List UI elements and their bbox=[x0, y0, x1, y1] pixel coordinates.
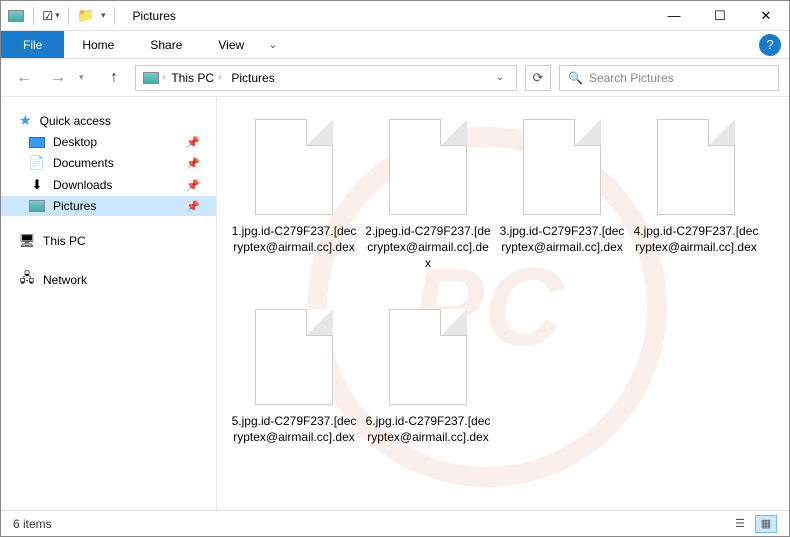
file-item[interactable]: 4.jpg.id-C279F237.[decryptex@airmail.cc]… bbox=[629, 113, 763, 303]
pictures-icon bbox=[29, 200, 45, 212]
file-icon bbox=[255, 119, 333, 215]
address-row: ← → ▾ ↑ › This PC› Pictures ⌄ ⟳ 🔍 Search… bbox=[1, 59, 789, 97]
titlebar[interactable]: ☑▾ 📁 ▾ Pictures — ☐ ✕ bbox=[1, 1, 789, 31]
sidebar-quick-access[interactable]: ★ Quick access bbox=[1, 109, 216, 132]
expand-ribbon-button[interactable]: ⌄ bbox=[262, 38, 283, 51]
file-icon bbox=[389, 309, 467, 405]
details-view-button[interactable]: ☰ bbox=[729, 515, 751, 533]
help-button[interactable]: ? bbox=[759, 34, 781, 56]
sidebar-item-pictures[interactable]: Pictures 📌 bbox=[1, 196, 216, 216]
navigation-pane[interactable]: ★ Quick access Desktop 📌 📄 Documents 📌 ⬇… bbox=[1, 97, 217, 510]
up-button[interactable]: ↑ bbox=[101, 65, 127, 91]
minimize-button[interactable]: — bbox=[651, 1, 697, 31]
file-item[interactable]: 3.jpg.id-C279F237.[decryptex@airmail.cc]… bbox=[495, 113, 629, 303]
sidebar-item-documents[interactable]: 📄 Documents 📌 bbox=[1, 152, 216, 174]
status-bar: 6 items ☰ ▦ bbox=[1, 510, 789, 536]
file-name: 4.jpg.id-C279F237.[decryptex@airmail.cc]… bbox=[633, 223, 759, 255]
search-input[interactable]: 🔍 Search Pictures bbox=[559, 65, 779, 91]
ribbon: File Home Share View ⌄ ? bbox=[1, 31, 789, 59]
file-icon bbox=[657, 119, 735, 215]
explorer-window: ☑▾ 📁 ▾ Pictures — ☐ ✕ File Home Share Vi… bbox=[0, 0, 790, 537]
sidebar-item-label: This PC bbox=[43, 234, 86, 248]
pin-icon: 📌 bbox=[186, 200, 200, 213]
file-item[interactable]: 5.jpg.id-C279F237.[decryptex@airmail.cc]… bbox=[227, 303, 361, 493]
sidebar-item-label: Network bbox=[43, 273, 87, 287]
network-icon: 🖧 bbox=[19, 269, 35, 291]
back-button[interactable]: ← bbox=[11, 65, 37, 91]
maximize-button[interactable]: ☐ bbox=[697, 1, 743, 31]
breadcrumb-label: Pictures bbox=[231, 71, 274, 85]
tab-view[interactable]: View bbox=[200, 31, 262, 58]
sidebar-item-downloads[interactable]: ⬇ Downloads 📌 bbox=[1, 174, 216, 196]
address-bar[interactable]: › This PC› Pictures ⌄ bbox=[135, 65, 517, 91]
close-button[interactable]: ✕ bbox=[743, 1, 789, 31]
star-icon: ★ bbox=[19, 112, 32, 129]
pin-icon: 📌 bbox=[186, 157, 200, 170]
location-icon bbox=[142, 69, 160, 87]
file-item[interactable]: 1.jpg.id-C279F237.[decryptex@airmail.cc]… bbox=[227, 113, 361, 303]
address-dropdown[interactable]: ⌄ bbox=[490, 72, 510, 83]
file-name: 5.jpg.id-C279F237.[decryptex@airmail.cc]… bbox=[231, 413, 357, 445]
this-pc-icon: 🖥 bbox=[19, 233, 35, 249]
chevron-right-icon[interactable]: › bbox=[162, 72, 165, 83]
refresh-button[interactable]: ⟳ bbox=[525, 65, 551, 91]
file-tab[interactable]: File bbox=[1, 31, 64, 58]
quick-access-toolbar: ☑▾ 📁 ▾ bbox=[1, 7, 125, 25]
window-title: Pictures bbox=[133, 9, 176, 23]
file-icon bbox=[523, 119, 601, 215]
qat-dropdown[interactable]: ▾ bbox=[101, 10, 106, 21]
history-dropdown[interactable]: ▾ bbox=[79, 72, 93, 83]
content-area: ★ Quick access Desktop 📌 📄 Documents 📌 ⬇… bbox=[1, 97, 789, 510]
large-icons-view-button[interactable]: ▦ bbox=[755, 515, 777, 533]
file-name: 6.jpg.id-C279F237.[decryptex@airmail.cc]… bbox=[365, 413, 491, 445]
file-name: 2.jpeg.id-C279F237.[decryptex@airmail.cc… bbox=[365, 223, 491, 272]
item-count: 6 items bbox=[13, 517, 52, 531]
file-icon bbox=[255, 309, 333, 405]
downloads-icon: ⬇ bbox=[29, 177, 45, 193]
file-list[interactable]: PC 1.jpg.id-C279F237.[decryptex@airmail.… bbox=[217, 97, 789, 510]
sidebar-item-label: Pictures bbox=[53, 199, 96, 213]
file-name: 3.jpg.id-C279F237.[decryptex@airmail.cc]… bbox=[499, 223, 625, 255]
file-item[interactable]: 2.jpeg.id-C279F237.[decryptex@airmail.cc… bbox=[361, 113, 495, 303]
file-icon bbox=[389, 119, 467, 215]
breadcrumb-label: This PC bbox=[171, 71, 214, 85]
sidebar-item-label: Documents bbox=[53, 156, 114, 170]
pin-icon: 📌 bbox=[186, 179, 200, 192]
sidebar-item-label: Quick access bbox=[40, 114, 111, 128]
tab-home[interactable]: Home bbox=[64, 31, 132, 58]
forward-button[interactable]: → bbox=[45, 65, 71, 91]
pin-icon: 📌 bbox=[186, 136, 200, 149]
file-name: 1.jpg.id-C279F237.[decryptex@airmail.cc]… bbox=[231, 223, 357, 255]
documents-icon: 📄 bbox=[29, 155, 45, 171]
sidebar-item-desktop[interactable]: Desktop 📌 bbox=[1, 132, 216, 152]
desktop-icon bbox=[29, 137, 45, 148]
app-icon bbox=[7, 7, 25, 25]
sidebar-network[interactable]: 🖧 Network bbox=[1, 266, 216, 294]
breadcrumb[interactable]: This PC› bbox=[167, 71, 227, 85]
search-icon: 🔍 bbox=[568, 71, 583, 85]
sidebar-item-label: Downloads bbox=[53, 178, 112, 192]
sidebar-this-pc[interactable]: 🖥 This PC bbox=[1, 230, 216, 252]
folder-icon[interactable]: 📁 bbox=[77, 7, 95, 25]
breadcrumb[interactable]: Pictures bbox=[227, 71, 278, 85]
properties-icon[interactable]: ☑▾ bbox=[42, 7, 60, 25]
sidebar-item-label: Desktop bbox=[53, 135, 97, 149]
tab-share[interactable]: Share bbox=[132, 31, 200, 58]
file-item[interactable]: 6.jpg.id-C279F237.[decryptex@airmail.cc]… bbox=[361, 303, 495, 493]
search-placeholder: Search Pictures bbox=[589, 71, 674, 85]
